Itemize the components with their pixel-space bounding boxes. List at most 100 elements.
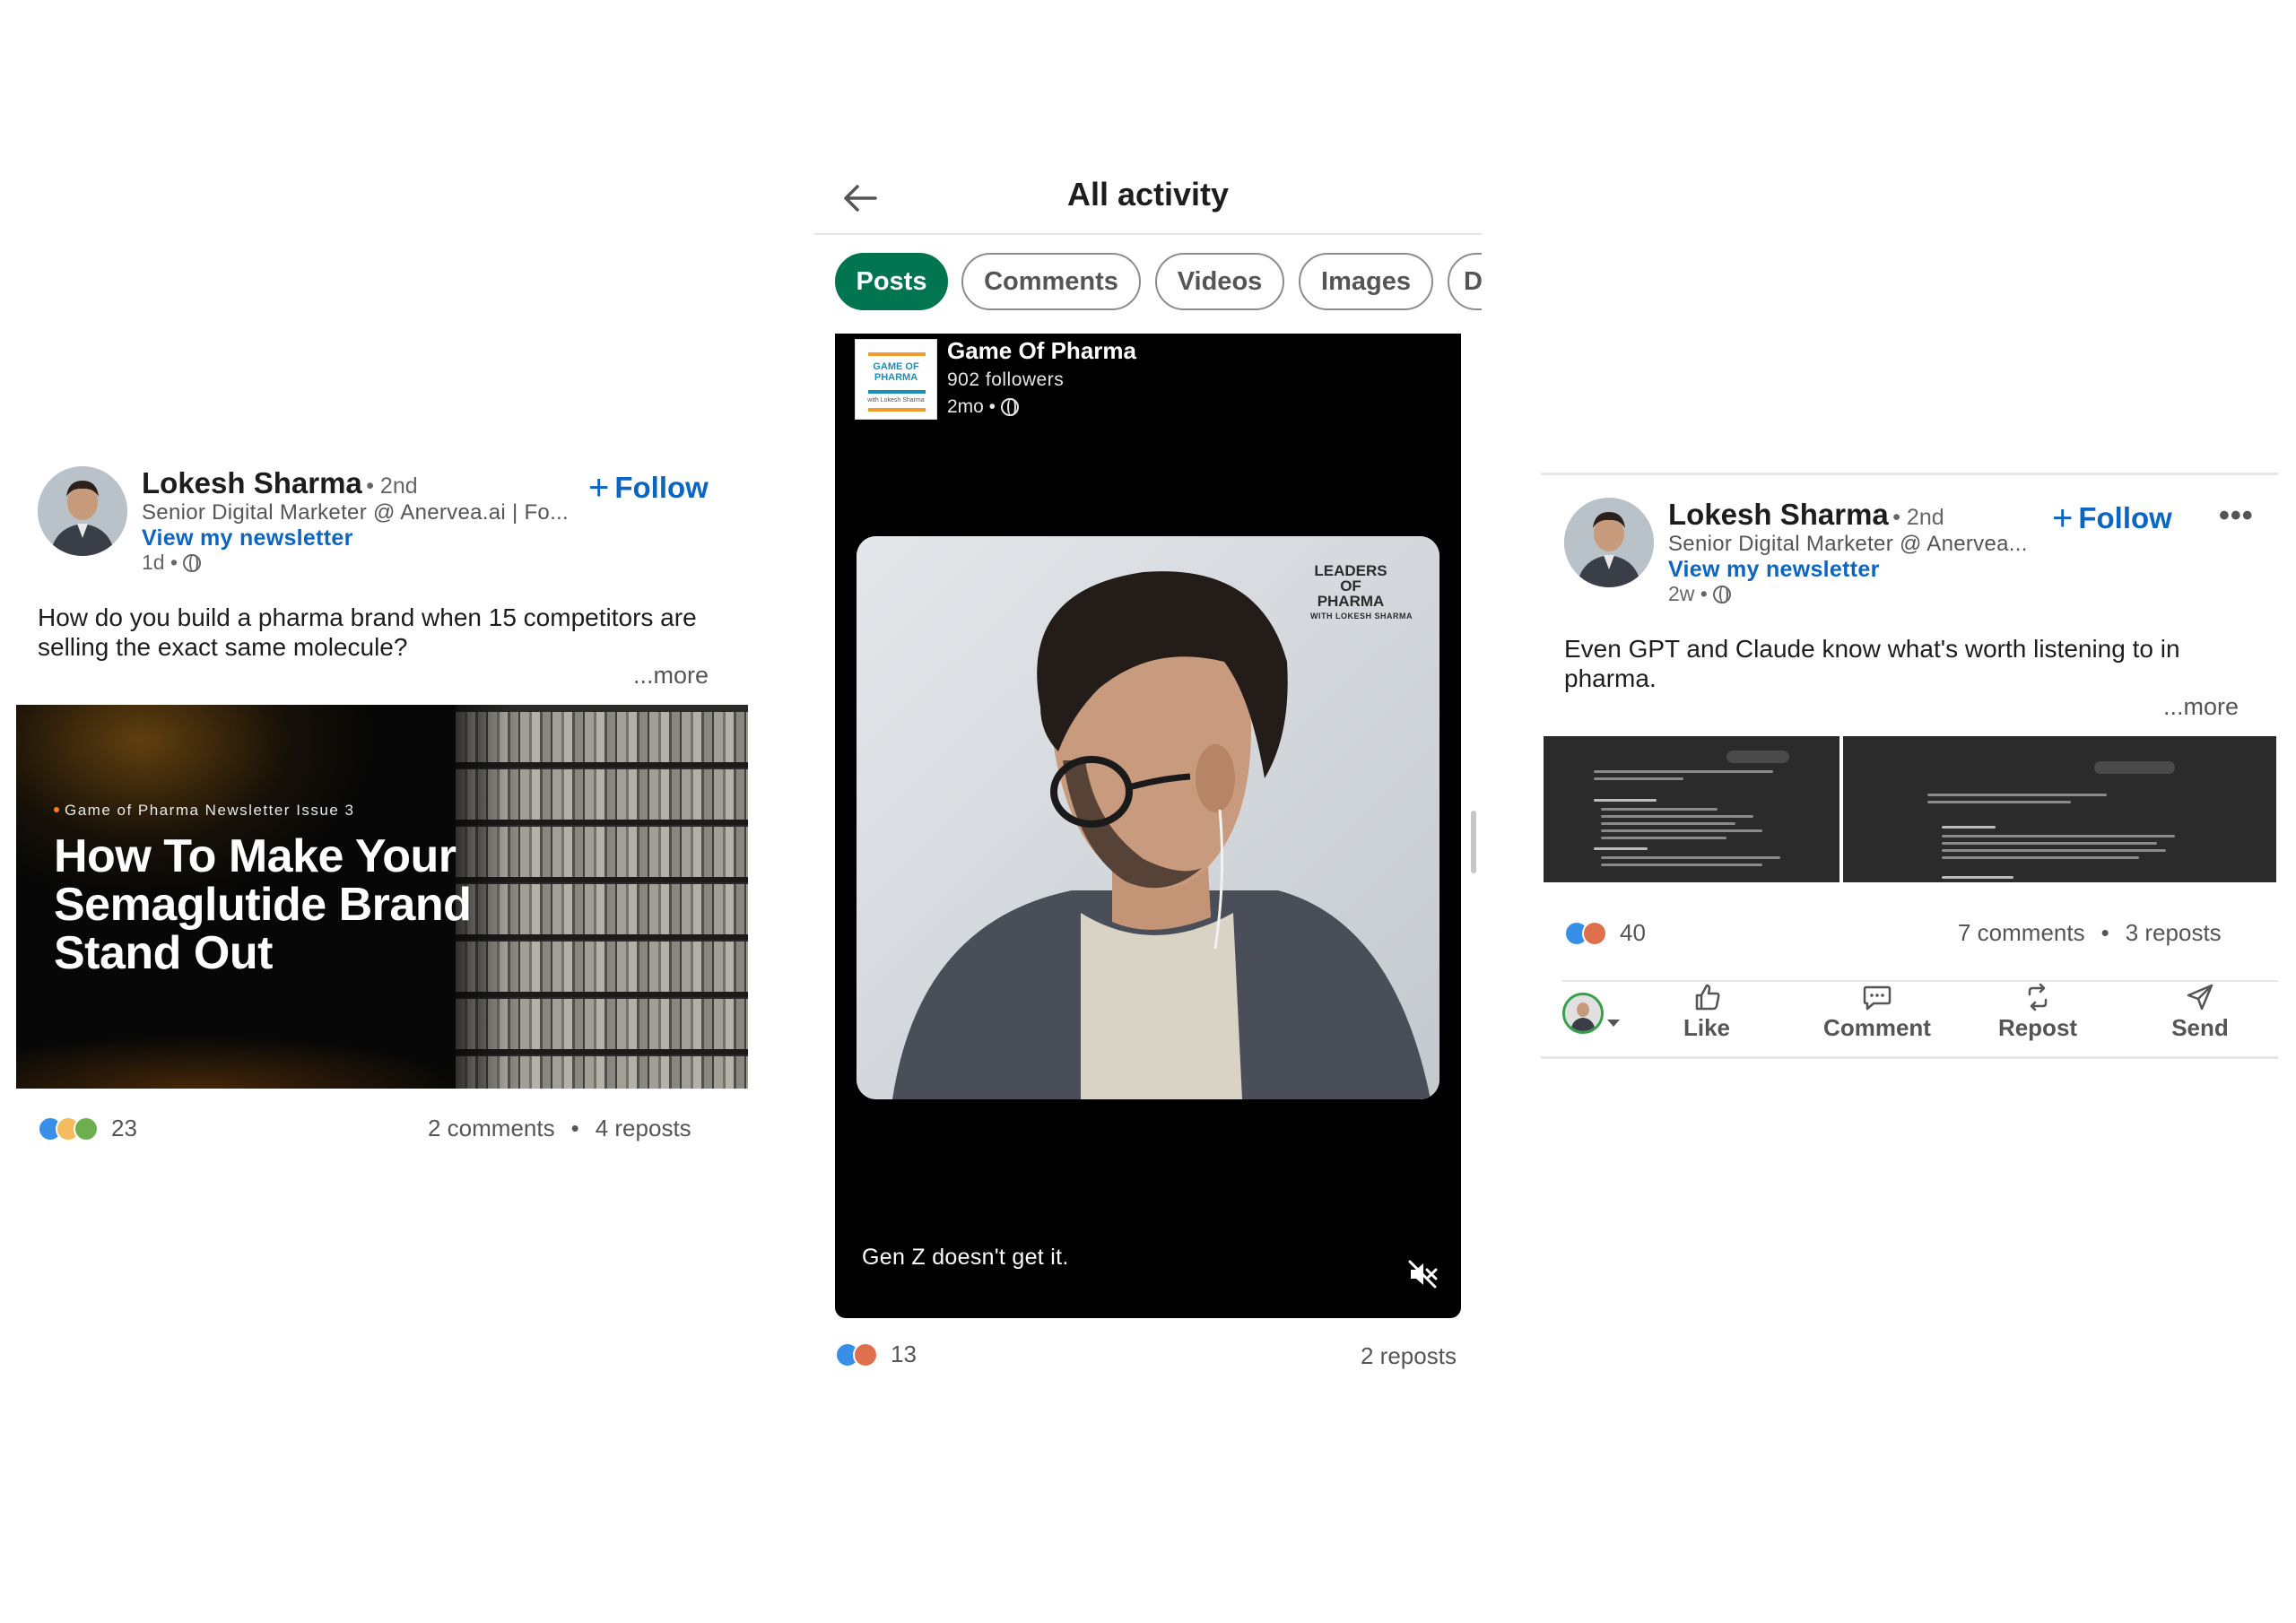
right-card-bottom-divider <box>1541 1056 2278 1059</box>
video-caption: Gen Z doesn't get it. <box>862 1245 1069 1270</box>
left-see-more-link[interactable]: ...more <box>633 662 709 690</box>
right-follow-label: Follow <box>2078 501 2172 534</box>
video-logo-text: LEADERS OF PHARMA <box>1314 562 1387 610</box>
right-post-author-line: Lokesh Sharma • 2nd <box>1668 498 1944 532</box>
reaction-icons <box>38 1115 99 1141</box>
plus-icon: + <box>588 468 610 508</box>
video-player[interactable]: LEADERS OF PHARMA WITH LOKESH SHARMA <box>857 536 1439 1099</box>
video-reaction-count: 13 <box>891 1341 917 1367</box>
logo-text: GAME OF PHARMA <box>873 361 919 383</box>
send-label: Send <box>2171 1014 2229 1041</box>
right-post-headline: Senior Digital Marketer @ Anervea... <box>1668 532 2028 556</box>
right-post-reactions[interactable]: 40 <box>1564 919 1646 947</box>
thumbs-up-icon <box>1695 984 1720 1011</box>
left-post-connection-degree: • 2nd <box>366 473 418 499</box>
person-avatar-icon <box>38 466 127 556</box>
chatgpt-screenshot[interactable] <box>1544 736 1839 882</box>
muted-speaker-icon[interactable] <box>1407 1259 1438 1289</box>
comment-button[interactable]: Comment <box>1801 982 1953 1042</box>
left-view-newsletter-link[interactable]: View my newsletter <box>142 525 353 551</box>
like-button[interactable]: Like <box>1639 982 1774 1042</box>
right-post-time: 2w • <box>1668 582 1708 605</box>
right-see-more-link[interactable]: ...more <box>2163 693 2239 721</box>
newsletter-kicker: Game of Pharma Newsletter Issue 3 <box>54 802 355 820</box>
love-reaction-icon <box>853 1341 878 1367</box>
love-reaction-icon <box>1582 920 1607 946</box>
right-post-meta: 2w • <box>1668 582 1731 606</box>
repost-button[interactable]: Repost <box>1966 982 2109 1042</box>
left-post-author-name[interactable]: Lokesh Sharma <box>142 466 362 499</box>
reaction-icons <box>1564 920 1607 946</box>
left-post-author-line: Lokesh Sharma • 2nd <box>142 466 418 500</box>
left-post-counts: 2 comments • 4 reposts <box>428 1115 691 1142</box>
send-button[interactable]: Send <box>2133 982 2267 1042</box>
filter-chip-more[interactable]: D <box>1448 253 1482 310</box>
left-reposts-count[interactable]: 4 reposts <box>596 1115 691 1142</box>
logo-subtext: with Lokesh Sharma <box>867 397 925 404</box>
activity-header: All activity <box>814 161 1482 235</box>
repost-icon <box>2028 983 2048 1011</box>
video-post-meta: 2mo • <box>947 396 1020 418</box>
left-post-avatar[interactable] <box>38 466 127 556</box>
filter-chip-images[interactable]: Images <box>1299 253 1433 310</box>
right-post-avatar[interactable] <box>1564 498 1654 587</box>
left-post-newsletter-image[interactable]: Game of Pharma Newsletter Issue 3 How To… <box>16 705 748 1089</box>
right-post-author-name[interactable]: Lokesh Sharma <box>1668 498 1889 531</box>
left-follow-label: Follow <box>614 471 709 504</box>
filter-chip-posts[interactable]: Posts <box>835 253 948 310</box>
send-icon <box>2187 984 2213 1011</box>
filter-chip-comments[interactable]: Comments <box>961 253 1141 310</box>
person-avatar-icon <box>1564 498 1654 587</box>
leaders-of-pharma-logo: LEADERS OF PHARMA WITH LOKESH SHARMA <box>1310 563 1413 624</box>
left-post-time: 1d • <box>142 551 178 574</box>
scrollbar-thumb[interactable] <box>1471 811 1476 873</box>
count-separator: • <box>570 1115 579 1141</box>
video-post-counts: 2 reposts <box>1361 1342 1457 1370</box>
game-of-pharma-logo[interactable]: GAME OF PHARMA with Lokesh Sharma <box>855 339 937 420</box>
video-post-time: 2mo • <box>947 396 996 417</box>
video-post-followers: 902 followers <box>947 369 1065 390</box>
right-follow-button[interactable]: + Follow <box>2052 499 2172 539</box>
activity-filter-chips: Posts Comments Videos Images D <box>814 253 1482 314</box>
right-reaction-count: 40 <box>1620 919 1646 946</box>
right-post-text: Even GPT and Claude know what's worth li… <box>1564 635 2180 692</box>
comment-icon <box>1863 985 1892 1011</box>
left-post-text: How do you build a pharma brand when 15 … <box>38 603 697 661</box>
video-post-page-name[interactable]: Game Of Pharma <box>947 337 1136 365</box>
image-bottom-glow <box>16 1035 465 1089</box>
left-reaction-count: 23 <box>111 1115 137 1141</box>
video-reposts-count[interactable]: 2 reposts <box>1361 1342 1457 1370</box>
person-avatar-icon <box>1565 995 1601 1031</box>
game-of-pharma-video-post: GAME OF PHARMA with Lokesh Sharma Game O… <box>835 334 1461 1318</box>
reaction-avatar-selector[interactable] <box>1562 993 1604 1034</box>
chevron-down-icon[interactable] <box>1607 1020 1620 1027</box>
left-post-headline: Senior Digital Marketer @ Anervea.ai | F… <box>142 500 569 525</box>
page-title: All activity <box>1066 176 1230 213</box>
left-post-reactions[interactable]: 23 <box>38 1115 137 1142</box>
right-comments-count[interactable]: 7 comments <box>1958 919 2085 947</box>
globe-icon <box>183 553 202 572</box>
newsletter-title: How To Make Your Semaglutide Brand Stand… <box>54 830 472 979</box>
globe-icon <box>1001 398 1020 416</box>
like-label: Like <box>1683 1014 1731 1041</box>
right-post-connection-degree: • 2nd <box>1892 505 1944 530</box>
right-post-counts: 7 comments • 3 reposts <box>1958 919 2222 947</box>
left-comments-count[interactable]: 2 comments <box>428 1115 555 1142</box>
reaction-icons <box>835 1341 878 1367</box>
filter-chip-videos[interactable]: Videos <box>1155 253 1284 310</box>
right-post-screenshots[interactable] <box>1544 736 2276 882</box>
repost-label: Repost <box>1997 1014 2078 1041</box>
video-post-reactions[interactable]: 13 <box>835 1341 917 1368</box>
more-options-icon[interactable]: ••• <box>2219 499 2254 534</box>
left-post-meta: 1d • <box>142 551 202 575</box>
claude-screenshot[interactable] <box>1843 736 2276 882</box>
right-view-newsletter-link[interactable]: View my newsletter <box>1668 557 1880 583</box>
left-follow-button[interactable]: + Follow <box>588 468 709 508</box>
globe-icon <box>1712 585 1731 603</box>
count-separator: • <box>2100 919 2109 946</box>
support-reaction-icon <box>74 1115 99 1141</box>
right-reposts-count[interactable]: 3 reposts <box>2126 919 2222 947</box>
right-card-top-divider <box>1541 473 2278 475</box>
comment-label: Comment <box>1823 1014 1931 1041</box>
plus-icon: + <box>2052 499 2074 538</box>
